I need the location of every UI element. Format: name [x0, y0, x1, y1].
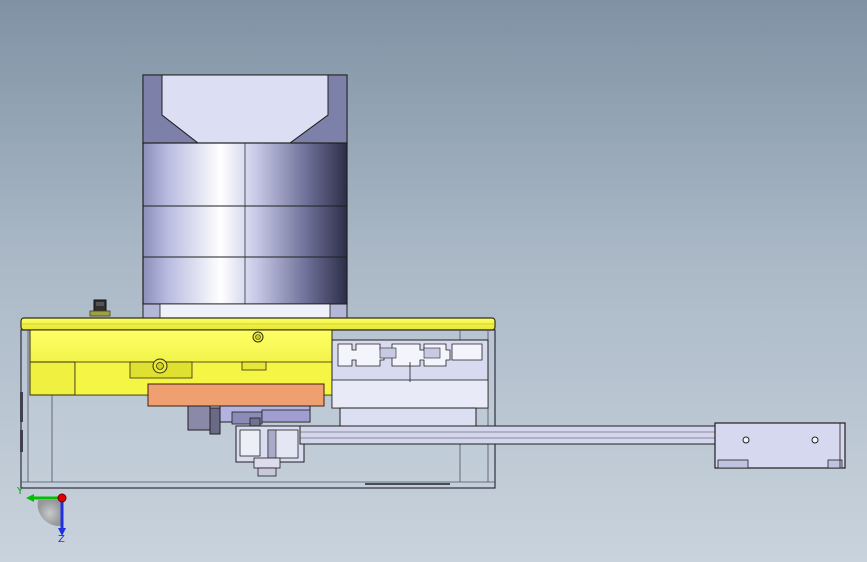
motor-flange-recess [159, 303, 331, 319]
motor-cap-face [161, 74, 329, 144]
top-plate[interactable] [20, 317, 496, 331]
linear-guide-block[interactable] [331, 339, 489, 437]
z-axis-label: Z [58, 534, 65, 545]
cad-viewport[interactable]: Y Z [0, 0, 867, 562]
coordinate-triad[interactable]: Y Z [16, 486, 67, 545]
stepper-motor[interactable] [142, 74, 348, 319]
bracket-hole-right [811, 436, 819, 444]
y-axis-label: Y [16, 486, 24, 497]
connector [89, 299, 111, 317]
cad-model-view[interactable]: Y Z [0, 0, 867, 562]
bracket-hole-left [742, 436, 750, 444]
end-bracket[interactable] [714, 422, 846, 469]
linear-rail-rod[interactable] [299, 425, 719, 445]
orange-plate[interactable] [147, 383, 325, 407]
triad-origin [57, 493, 67, 503]
